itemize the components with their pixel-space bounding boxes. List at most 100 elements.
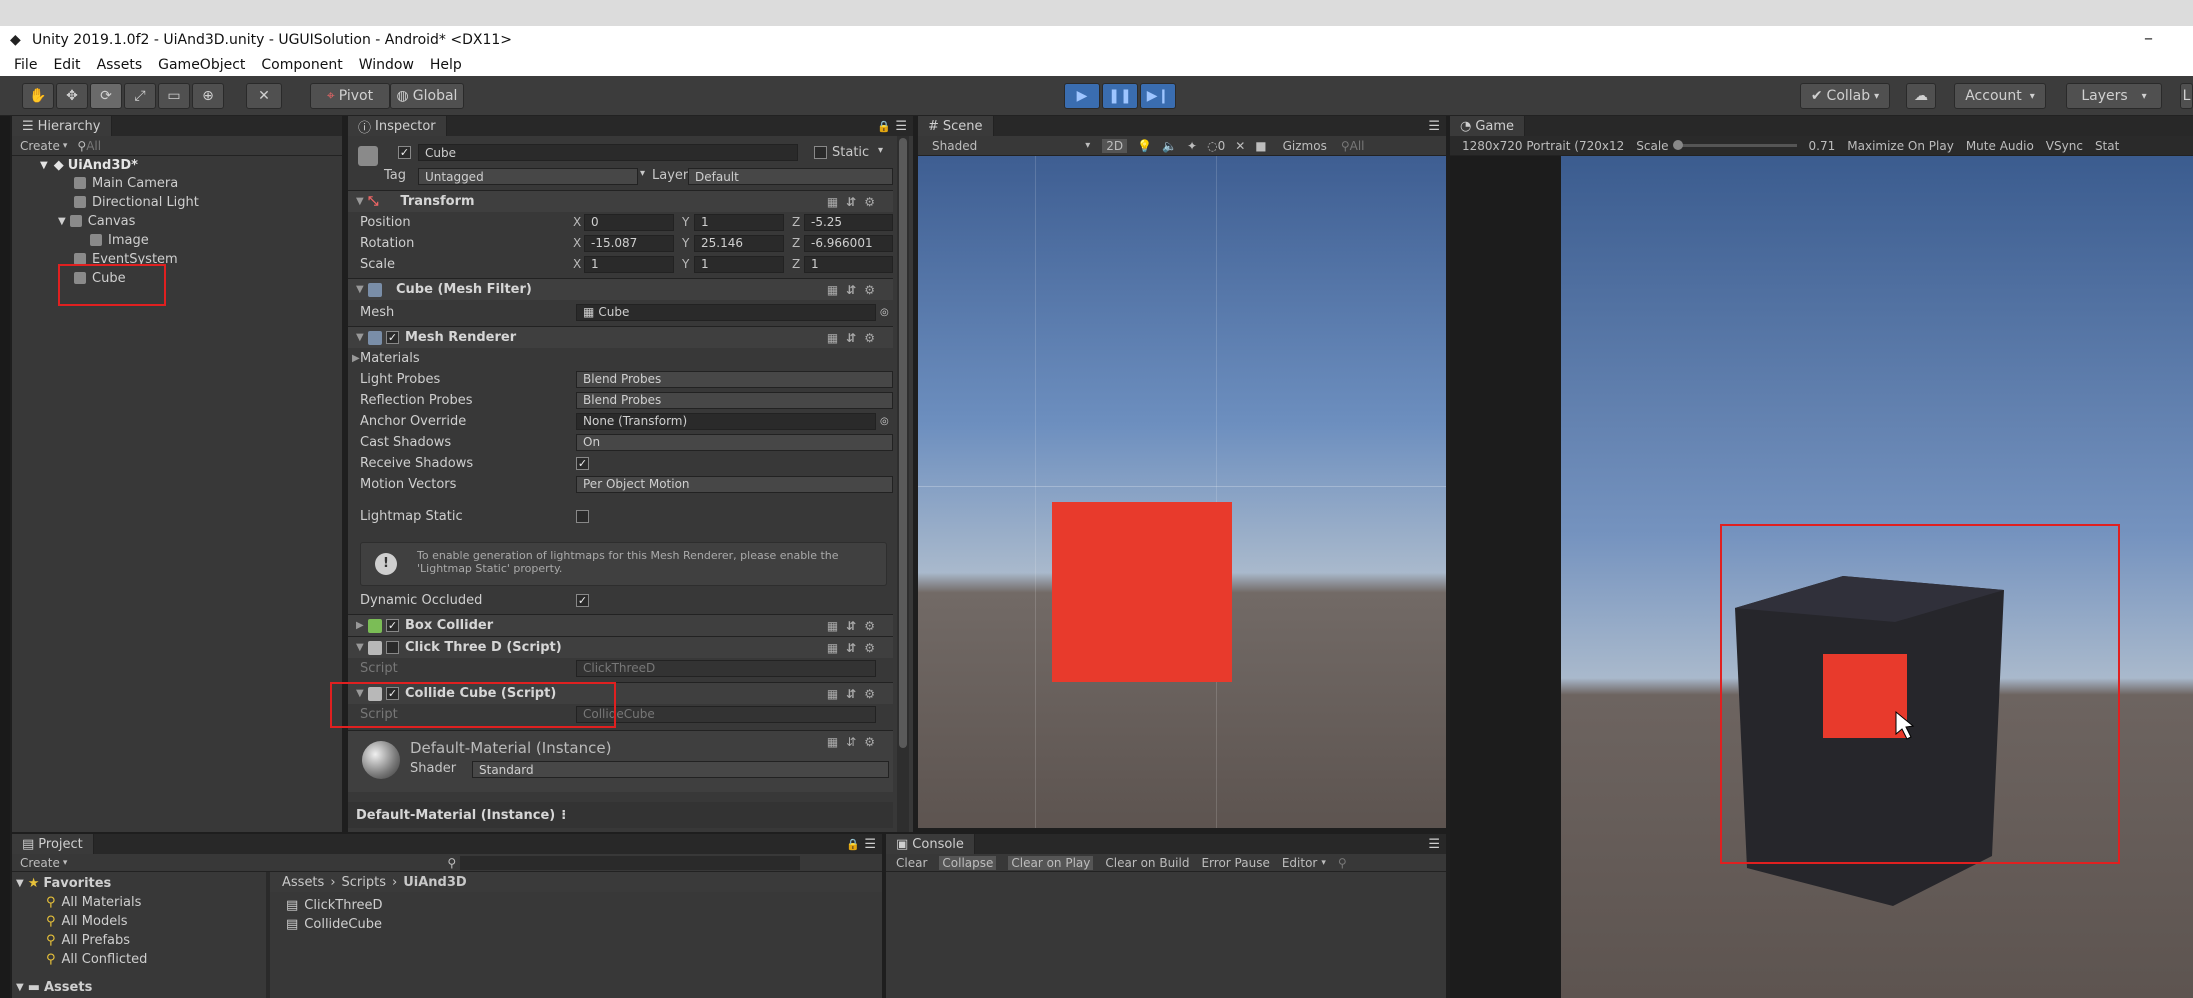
scene-viewport[interactable]: [918, 156, 1446, 828]
step-button[interactable]: ▶❙: [1140, 83, 1176, 109]
menu-icon[interactable]: ☰: [1428, 837, 1440, 852]
rotation-z-field[interactable]: -6.966001: [804, 234, 893, 252]
global-toggle[interactable]: ◍ Global: [390, 83, 464, 109]
project-create-button[interactable]: Create: [20, 856, 60, 870]
shading-dropdown[interactable]: Shaded: [932, 139, 977, 153]
breadcrumb-item[interactable]: Scripts: [342, 875, 386, 890]
list-item[interactable]: ⚲ All Materials: [46, 893, 141, 911]
account-dropdown[interactable]: Account ▾: [1954, 83, 2046, 109]
audio-icon[interactable]: 🔈: [1162, 139, 1177, 153]
anchor-override-field[interactable]: None (Transform): [576, 412, 876, 430]
hand-tool-icon[interactable]: ✋: [22, 83, 54, 109]
minimize-button[interactable]: –: [2144, 28, 2153, 49]
menu-edit[interactable]: Edit: [53, 57, 80, 73]
clear-on-play-button[interactable]: Clear on Play: [1008, 855, 1094, 870]
scale-slider[interactable]: [1672, 140, 1797, 150]
mode-2d-toggle[interactable]: 2D: [1102, 138, 1128, 153]
dynamic-occluded-checkbox[interactable]: ✓: [576, 593, 589, 607]
lock-icon[interactable]: 🔒: [877, 120, 891, 133]
transform-header[interactable]: ▼ ⤡ Transform ▦⇵⚙: [348, 190, 893, 212]
mesh-filter-header[interactable]: ▼ Cube (Mesh Filter) ▦⇵⚙: [348, 278, 893, 300]
hierarchy-search-input[interactable]: All: [86, 139, 101, 153]
stats-toggle[interactable]: Stat: [2095, 139, 2119, 153]
resolution-dropdown[interactable]: 1280x720 Portrait (720x12: [1462, 139, 1624, 153]
reflection-probes-dropdown[interactable]: Blend Probes: [576, 391, 893, 409]
menu-window[interactable]: Window: [359, 57, 414, 73]
tab-scene[interactable]: # Scene: [918, 116, 994, 136]
mesh-renderer-enabled-checkbox[interactable]: ✓: [386, 331, 399, 344]
cast-shadows-dropdown[interactable]: On: [576, 433, 893, 451]
hidden-objects-icon[interactable]: ◌: [1207, 139, 1217, 153]
scale-tool-icon[interactable]: ⤢: [124, 83, 156, 109]
editor-dropdown[interactable]: Editor: [1282, 856, 1318, 870]
component-menu-icons[interactable]: ▦⇵⚙: [827, 641, 883, 655]
maximize-on-play-toggle[interactable]: Maximize On Play: [1847, 139, 1954, 153]
collab-dropdown[interactable]: ✔ Collab ▾: [1800, 83, 1890, 109]
clear-on-build-button[interactable]: Clear on Build: [1105, 856, 1189, 870]
error-pause-button[interactable]: Error Pause: [1201, 856, 1269, 870]
rotation-x-field[interactable]: -15.087: [584, 234, 674, 252]
position-z-field[interactable]: -5.25: [804, 213, 893, 231]
object-picker-icon[interactable]: ◎: [880, 307, 889, 318]
box-collider-header[interactable]: ▶ ✓ Box Collider ▦⇵⚙: [348, 614, 893, 636]
lighting-icon[interactable]: 💡: [1137, 139, 1152, 153]
list-item[interactable]: ▼ Canvas: [58, 212, 135, 230]
component-menu-icons[interactable]: ▦⇵⚙: [827, 331, 883, 345]
hierarchy-create-button[interactable]: Create: [20, 139, 60, 153]
list-item[interactable]: Image: [90, 231, 149, 249]
pause-button[interactable]: ❚❚: [1102, 83, 1138, 109]
tab-game[interactable]: ◔ Game: [1450, 116, 1526, 136]
position-x-field[interactable]: 0: [584, 213, 674, 231]
component-menu-icons[interactable]: ▦⇵⚙: [827, 687, 883, 701]
object-name-field[interactable]: Cube: [418, 144, 798, 161]
list-item[interactable]: ⚲ All Conflicted: [46, 950, 147, 968]
click-three-d-header[interactable]: ▼ Click Three D (Script) ▦⇵⚙: [348, 636, 893, 658]
mesh-field[interactable]: ▦ Cube: [576, 303, 876, 321]
menu-component[interactable]: Component: [261, 57, 342, 73]
lock-icon[interactable]: 🔒: [846, 838, 860, 851]
scene-red-image[interactable]: [1052, 502, 1232, 682]
effects-icon[interactable]: ✦: [1187, 139, 1197, 153]
play-button[interactable]: ▶: [1064, 83, 1100, 109]
gizmos-dropdown[interactable]: Gizmos: [1283, 139, 1327, 153]
receive-shadows-checkbox[interactable]: ✓: [576, 456, 589, 470]
layer-dropdown[interactable]: Default: [688, 168, 893, 185]
list-item[interactable]: ▤ ClickThreeD: [286, 896, 383, 914]
transform-tool-icon[interactable]: ⊕: [192, 83, 224, 109]
scrollbar-thumb[interactable]: [899, 138, 907, 748]
list-item[interactable]: Main Camera: [74, 174, 178, 192]
custom-tool-icon[interactable]: ✕: [246, 83, 282, 109]
scene-root[interactable]: ▼ ◆ UiAnd3D*: [40, 156, 138, 174]
favorites-item[interactable]: ▼ ★ Favorites: [16, 874, 111, 892]
camera-icon[interactable]: ■: [1255, 139, 1266, 153]
materials-row[interactable]: ▶ Materials: [348, 348, 893, 368]
list-item[interactable]: ▤ CollideCube: [286, 915, 382, 933]
vsync-toggle[interactable]: VSync: [2046, 139, 2083, 153]
chevron-down-icon[interactable]: ▾: [878, 145, 883, 156]
move-tool-icon[interactable]: ✥: [56, 83, 88, 109]
rotation-y-field[interactable]: 25.146: [694, 234, 784, 252]
tag-dropdown[interactable]: Untagged: [418, 168, 638, 185]
cloud-button[interactable]: ☁: [1906, 83, 1936, 109]
box-collider-enabled-checkbox[interactable]: ✓: [386, 619, 399, 632]
click-three-d-enabled-checkbox[interactable]: [386, 641, 399, 654]
menu-assets[interactable]: Assets: [97, 57, 143, 73]
clear-button[interactable]: Clear: [896, 856, 927, 870]
position-y-field[interactable]: 1: [694, 213, 784, 231]
scale-y-field[interactable]: 1: [694, 255, 784, 273]
list-item[interactable]: Directional Light: [74, 193, 199, 211]
breadcrumb-item[interactable]: Assets: [282, 875, 324, 890]
inspector-scrollbar[interactable]: [897, 136, 909, 832]
lightmap-static-checkbox[interactable]: [576, 509, 589, 523]
tab-inspector[interactable]: ⓘ Inspector: [348, 116, 447, 136]
layers-dropdown[interactable]: Layers ▾: [2066, 83, 2162, 109]
rect-tool-icon[interactable]: ▭: [158, 83, 190, 109]
list-item[interactable]: ⚲ All Prefabs: [46, 931, 130, 949]
static-checkbox[interactable]: [814, 146, 827, 159]
tab-hierarchy[interactable]: ☰ Hierarchy: [12, 116, 112, 136]
scene-search-input[interactable]: All: [1350, 139, 1365, 153]
motion-vectors-dropdown[interactable]: Per Object Motion: [576, 475, 893, 493]
component-menu-icons[interactable]: ▦⇵⚙: [827, 195, 883, 209]
breadcrumb-item[interactable]: UiAnd3D: [403, 875, 466, 890]
menu-icon[interactable]: ☰: [864, 837, 876, 852]
